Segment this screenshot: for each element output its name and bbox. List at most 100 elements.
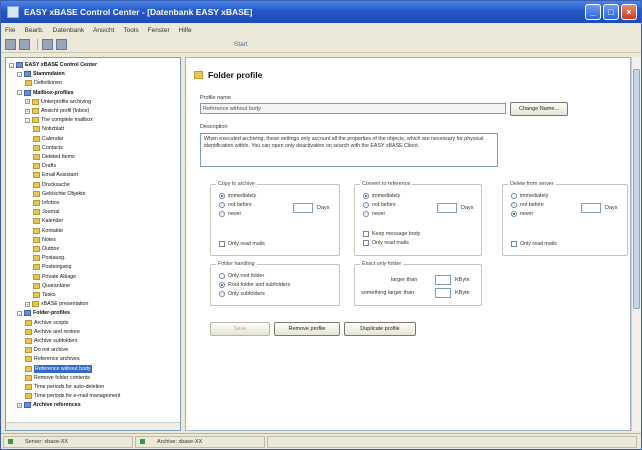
copy-only-read-checkbox[interactable]: Only read mails <box>219 241 265 247</box>
tree-item[interactable]: + Archive references <box>17 401 81 409</box>
tree-item[interactable]: - The complete mailbox <box>25 116 93 124</box>
del-immediately-radio[interactable]: immediately <box>511 193 548 199</box>
ref-immediately-radio[interactable]: immediately <box>363 193 400 199</box>
tree-item[interactable]: Definitionen <box>25 79 62 87</box>
collapse-icon[interactable]: - <box>17 71 22 77</box>
menu-window[interactable]: Fenster <box>148 27 170 34</box>
forward-icon[interactable] <box>19 39 30 50</box>
tree-item[interactable]: Time periods for auto-deletion <box>25 383 104 391</box>
collapse-icon[interactable]: - <box>17 310 22 316</box>
scrollbar-thumb[interactable] <box>633 69 640 309</box>
description-textarea[interactable]: When executed archiving, these settings … <box>200 133 498 167</box>
save-button[interactable]: Save <box>210 322 270 336</box>
tree-item[interactable]: - EASY xBASE Control Center <box>9 61 97 69</box>
tree-item[interactable]: Archive and restore <box>25 328 80 336</box>
folder-icon <box>25 347 32 354</box>
tree-item[interactable]: Calendar <box>33 135 64 143</box>
title-bar[interactable]: EASY xBASE Control Center - [Datenbank E… <box>1 1 641 23</box>
tree-item[interactable]: Deleted Items <box>33 153 75 161</box>
tree-item[interactable]: Remove folder contents <box>25 374 90 382</box>
copy-not-before-radio[interactable]: not before <box>219 202 252 208</box>
exact-only-folder-group: Exact only folder larger than KByte some… <box>354 261 482 306</box>
del-only-read-checkbox[interactable]: Only read mails <box>511 241 557 247</box>
tree-item[interactable]: Contacts <box>33 144 63 152</box>
tree-item[interactable]: Reference archives <box>25 355 80 363</box>
ref-not-before-radio[interactable]: not before <box>363 202 396 208</box>
properties-icon[interactable] <box>56 39 67 50</box>
tree-horizontal-scrollbar[interactable] <box>6 422 180 430</box>
change-name-button[interactable]: Change Name... <box>510 102 568 116</box>
root-and-subfolders-radio[interactable]: Root folder and subfolders <box>219 282 290 288</box>
collapse-icon[interactable]: - <box>17 90 22 96</box>
only-root-folder-radio[interactable]: Only root folder <box>219 273 264 279</box>
tree-item[interactable]: Infobox <box>33 199 59 207</box>
tree-item[interactable]: Email Assistant <box>33 171 78 179</box>
tree-item[interactable]: Kontakte <box>33 227 63 235</box>
tree-item[interactable]: + xBASE presentation <box>25 300 88 308</box>
del-days-input[interactable] <box>581 203 601 213</box>
tree-item[interactable]: Outbox <box>33 245 59 253</box>
tree-item-label: Gelöschte Objekte <box>42 190 86 197</box>
tree-item[interactable]: + Ansicht profil (Inbox) <box>25 107 89 115</box>
toolbar-start-link[interactable]: Start <box>234 41 248 48</box>
content-vertical-scrollbar[interactable] <box>631 57 641 431</box>
del-never-radio[interactable]: never <box>511 211 533 217</box>
keep-message-body-checkbox[interactable]: Keep message body <box>363 231 420 237</box>
remove-profile-button[interactable]: Remove profile <box>274 322 340 336</box>
collapse-icon[interactable]: - <box>9 62 14 68</box>
navigation-tree[interactable]: - EASY xBASE Control Center - Stammdaten Def… <box>5 57 181 431</box>
duplicate-profile-button[interactable]: Duplicate profile <box>344 322 416 336</box>
tree-item[interactable]: Postausg. <box>33 254 66 262</box>
tree-item[interactable]: Quarantäne <box>33 282 70 290</box>
menu-database[interactable]: Datenbank <box>53 27 84 34</box>
only-subfolders-radio[interactable]: Only subfolders <box>219 291 265 297</box>
menu-file[interactable]: File <box>5 27 15 34</box>
menu-help[interactable]: Hilfe <box>179 27 192 34</box>
ref-only-read-checkbox[interactable]: Only read mails <box>363 240 409 246</box>
tree-item[interactable]: - Folder-profiles <box>17 309 70 317</box>
tree-item[interactable]: Kalender <box>33 217 63 225</box>
expand-icon[interactable]: + <box>17 402 22 408</box>
copy-never-radio[interactable]: never <box>219 211 241 217</box>
tree-item[interactable]: Tasks <box>33 291 56 299</box>
tree-item[interactable]: Gelöschte Objekte <box>33 190 86 198</box>
tree-item[interactable]: Private Ablage <box>33 273 76 281</box>
tree-item[interactable]: Archive subfolders <box>25 337 78 345</box>
tree-item[interactable]: - Mailbox-profiles <box>17 89 74 97</box>
copy-days-input[interactable] <box>293 203 313 213</box>
collapse-icon[interactable]: - <box>25 117 30 123</box>
tree-item[interactable]: Reference without body <box>25 364 92 373</box>
tree-item[interactable]: Notes <box>33 236 56 244</box>
larger-than-input[interactable] <box>435 275 451 285</box>
menu-edit[interactable]: Bearb. <box>24 27 43 34</box>
tree-item[interactable]: Archive scripts <box>25 319 68 327</box>
minimize-button[interactable]: _ <box>585 4 601 20</box>
smaller-than-input[interactable] <box>435 288 451 298</box>
tree-item[interactable]: Drafts <box>33 162 56 170</box>
tree-item-label: The complete mailbox <box>41 117 93 124</box>
expand-icon[interactable]: + <box>25 301 30 307</box>
menu-tools[interactable]: Tools <box>123 27 138 34</box>
del-not-before-radio[interactable]: not before <box>511 202 544 208</box>
folder-icon <box>33 273 40 280</box>
tree-item[interactable]: Journal <box>33 208 59 216</box>
profile-name-field[interactable]: Reference without body <box>200 103 506 114</box>
copy-immediately-label: immediately <box>228 193 257 199</box>
tree-item[interactable]: Posteingang <box>33 263 71 271</box>
copy-immediately-radio[interactable]: immediately <box>219 193 256 199</box>
tree-item[interactable]: Time periods for e-mail management <box>25 392 120 400</box>
maximize-button[interactable]: □ <box>603 4 619 20</box>
tree-item[interactable]: Notizblatt <box>33 125 64 133</box>
ref-never-radio[interactable]: never <box>363 211 385 217</box>
expand-icon[interactable]: + <box>25 99 30 105</box>
menu-view[interactable]: Ansicht <box>93 27 114 34</box>
back-icon[interactable] <box>5 39 16 50</box>
ref-days-input[interactable] <box>437 203 457 213</box>
tree-item[interactable]: Do not archive <box>25 346 68 354</box>
tree-item[interactable]: + Unterprofile archiving <box>25 98 91 106</box>
tree-item[interactable]: - Stammdaten <box>17 70 65 78</box>
close-button[interactable]: × <box>621 4 637 20</box>
tree-item[interactable]: Drucksuche <box>33 181 70 189</box>
expand-icon[interactable]: + <box>25 108 30 114</box>
refresh-icon[interactable] <box>42 39 53 50</box>
